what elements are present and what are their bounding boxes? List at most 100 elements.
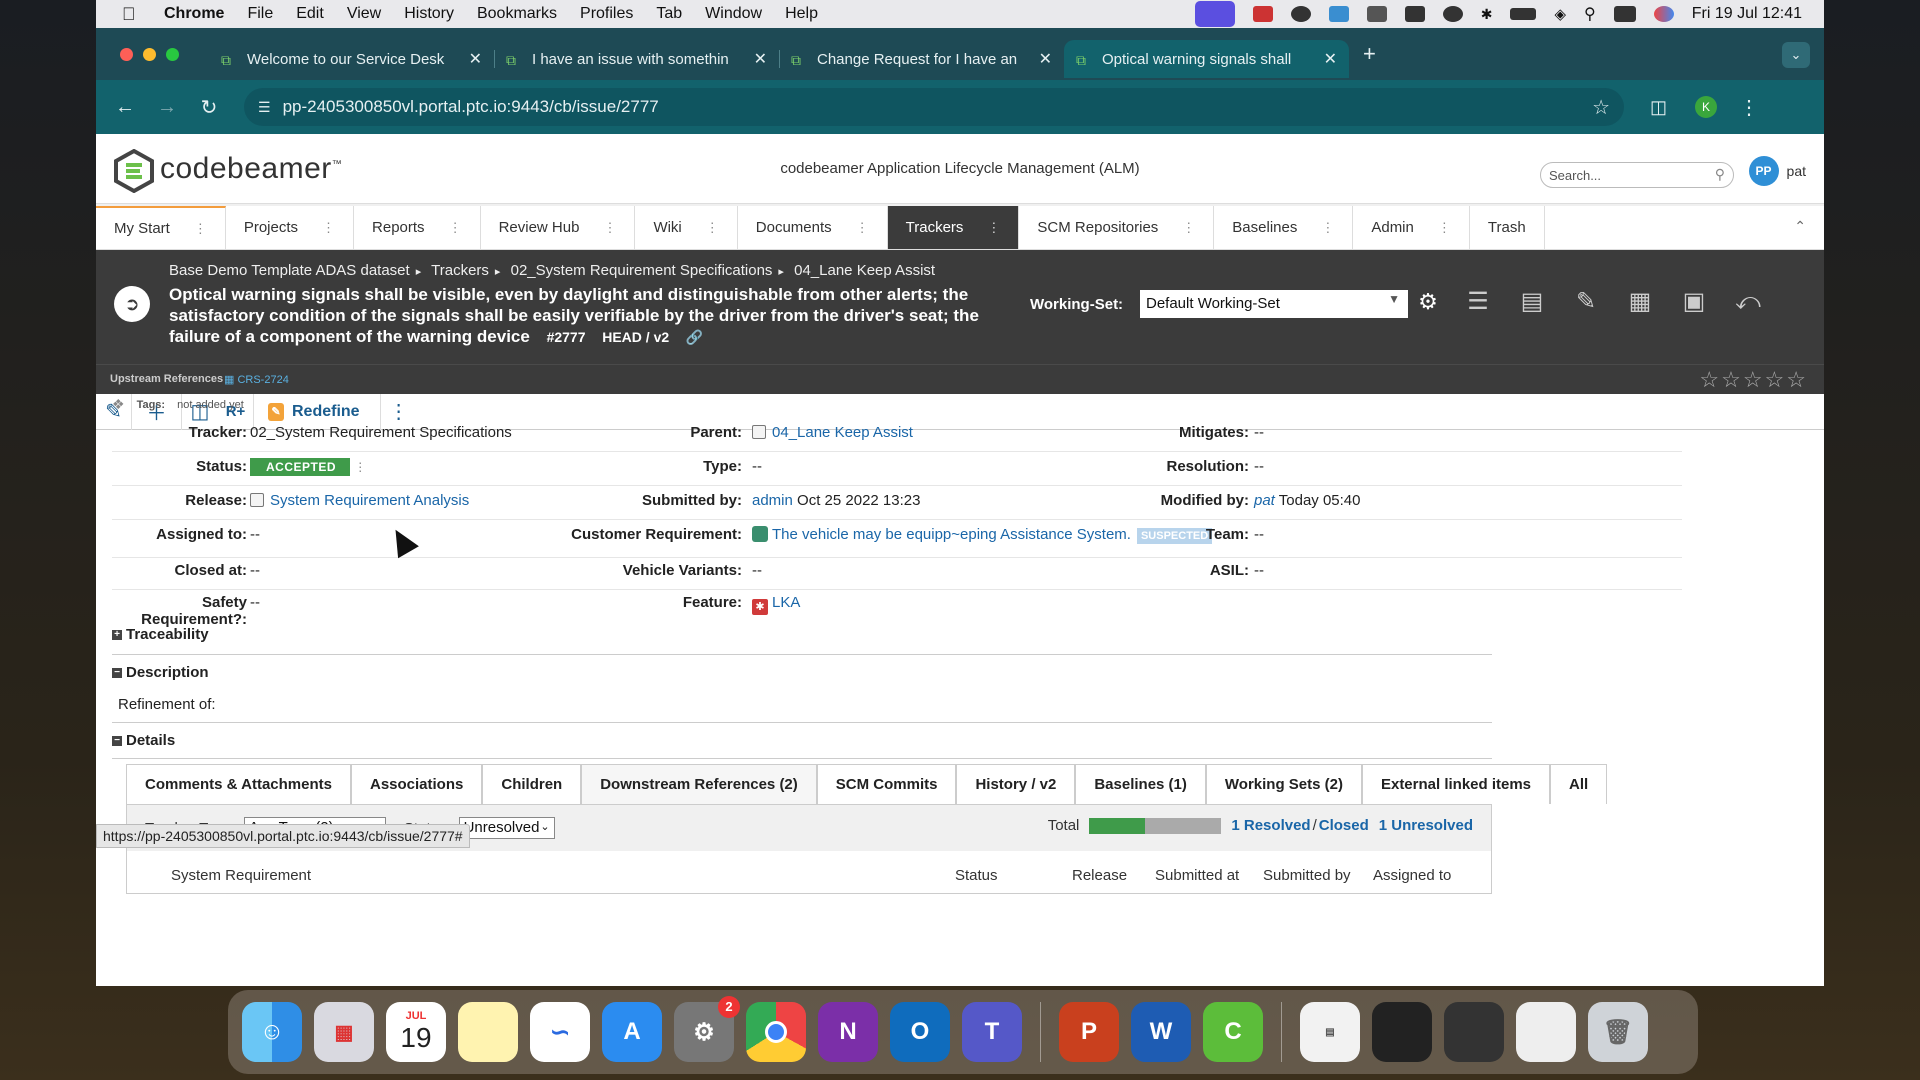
address-bar[interactable]: ☰ pp-2405300850vl.portal.ptc.io:9443/cb/… — [244, 88, 1624, 126]
screen-share-icon[interactable] — [1194, 1, 1235, 27]
search-icon[interactable]: ⚲ — [1715, 166, 1725, 183]
tags-value[interactable]: not added yet — [177, 399, 244, 411]
outlook-icon[interactable]: O — [890, 1002, 950, 1062]
docx-file-icon[interactable]: ▤ — [1300, 1002, 1360, 1062]
app-status-icon[interactable] — [1404, 6, 1425, 22]
menu-file[interactable]: File — [247, 5, 273, 23]
launchpad-icon[interactable]: ▦ — [314, 1002, 374, 1062]
dashboard-view-icon[interactable]: ▣ — [1678, 286, 1710, 318]
issue-version[interactable]: HEAD / v2 — [602, 329, 669, 345]
list-view-icon[interactable]: ☰ — [1462, 286, 1494, 318]
extensions-puzzle-icon[interactable]: ◫ — [1650, 97, 1667, 118]
notes-icon[interactable] — [458, 1002, 518, 1062]
user-menu[interactable]: PP pat — [1748, 156, 1806, 186]
kebab-menu-icon[interactable]: ⋮ — [856, 220, 869, 236]
browser-tab-active[interactable]: ⧉ Optical warning signals shall ✕ — [1064, 40, 1349, 78]
share-icon[interactable]: ⤺ — [1732, 286, 1764, 318]
menu-bookmarks[interactable]: Bookmarks — [477, 5, 557, 23]
chrome-icon[interactable] — [746, 1002, 806, 1062]
tab-children[interactable]: Children — [482, 764, 582, 804]
teams-icon[interactable]: T — [962, 1002, 1022, 1062]
menu-app-name[interactable]: Chrome — [164, 5, 224, 23]
grammarly-icon[interactable] — [1290, 6, 1311, 22]
tab-baselines[interactable]: Baselines (1) — [1075, 764, 1206, 804]
tab-all[interactable]: All — [1550, 764, 1608, 804]
submitted-by-user[interactable]: admin — [752, 492, 793, 509]
recent-window-thumbnail-icon[interactable] — [1516, 1002, 1576, 1062]
record-icon[interactable] — [1252, 6, 1273, 22]
kebab-menu-icon[interactable]: ⋮ — [1321, 220, 1334, 236]
battery-icon[interactable] — [1510, 8, 1537, 20]
bluetooth-icon[interactable]: ✱ — [1481, 6, 1493, 23]
tab-associations[interactable]: Associations — [350, 764, 483, 804]
edit-document-icon[interactable]: ✎ — [1570, 286, 1602, 318]
working-set-settings-gear-icon[interactable]: ⚙ — [1416, 286, 1440, 318]
tab-history[interactable]: History / v2 — [956, 764, 1076, 804]
status-value[interactable]: ACCEPTED ⋮ — [250, 458, 366, 476]
collapse-chevron-up-icon[interactable]: ⌃ — [1794, 218, 1806, 235]
traceability-section-toggle[interactable]: + Traceability — [112, 626, 209, 643]
tab-external-linked-items[interactable]: External linked items — [1361, 764, 1551, 804]
tab-scm-commits[interactable]: SCM Commits — [816, 764, 957, 804]
col-release[interactable]: Release — [1072, 867, 1127, 884]
menu-view[interactable]: View — [347, 5, 381, 23]
trash-icon[interactable]: 🗑 — [1588, 1002, 1648, 1062]
nav-review-hub[interactable]: Review Hub ⋮ — [481, 206, 636, 249]
close-tab-icon[interactable]: ✕ — [1324, 49, 1337, 69]
kebab-menu-icon[interactable]: ⋮ — [322, 220, 335, 236]
apple-menu-icon[interactable]:  — [122, 4, 144, 25]
breadcrumb-tracker[interactable]: 02_System Requirement Specifications — [511, 262, 773, 279]
parent-value[interactable]: 04_Lane Keep Assist — [752, 424, 913, 441]
breadcrumb-parent[interactable]: 04_Lane Keep Assist — [794, 262, 935, 279]
menu-profiles[interactable]: Profiles — [580, 5, 633, 23]
siri-icon[interactable] — [1653, 6, 1674, 22]
col-assigned-to[interactable]: Assigned to — [1373, 867, 1451, 884]
chrome-menu-icon[interactable]: ⋮ — [1739, 95, 1759, 120]
system-settings-icon[interactable]: ⚙ 2 — [674, 996, 740, 1062]
tab-comments-attachments[interactable]: Comments & Attachments — [126, 764, 351, 804]
link-icon[interactable]: 🔗 — [686, 329, 703, 345]
customer-requirement-value[interactable]: The vehicle may be equipp~eping Assistan… — [752, 526, 1213, 544]
details-section-toggle[interactable]: − Details — [112, 732, 175, 749]
profile-avatar[interactable]: K — [1695, 96, 1718, 118]
minimize-window-button[interactable] — [143, 47, 156, 61]
unresolved-link[interactable]: 1 Unresolved — [1379, 817, 1473, 834]
tab-working-sets[interactable]: Working Sets (2) — [1205, 764, 1362, 804]
menu-history[interactable]: History — [404, 5, 454, 23]
back-arrow-icon[interactable]: ← — [104, 96, 146, 119]
codebeamer-logo[interactable]: codebeamer™ — [114, 148, 342, 193]
col-system-requirement[interactable]: System Requirement — [171, 867, 311, 884]
col-status[interactable]: Status — [955, 867, 998, 884]
kebab-menu-icon[interactable]: ⋮ — [1438, 220, 1451, 236]
new-tab-button[interactable]: + — [1363, 41, 1376, 67]
nav-trackers[interactable]: Trackers ⋮ — [887, 206, 1020, 249]
kebab-menu-icon[interactable]: ⋮ — [706, 220, 719, 236]
reload-icon[interactable]: ↻ — [188, 95, 230, 120]
kebab-menu-icon[interactable]: ⋮ — [194, 221, 207, 237]
feature-value[interactable]: ✱ LKA — [752, 594, 800, 615]
kebab-menu-icon[interactable]: ⋮ — [987, 220, 1000, 236]
kebab-menu-icon[interactable]: ⋮ — [449, 220, 462, 236]
menu-tab[interactable]: Tab — [656, 5, 682, 23]
browser-tab[interactable]: ⧉ Change Request for I have an ✕ — [779, 40, 1064, 78]
status-badge[interactable]: ACCEPTED — [250, 458, 351, 476]
recent-window-thumbnail-icon[interactable] — [1444, 1002, 1504, 1062]
close-tab-icon[interactable]: ✕ — [1039, 49, 1052, 69]
browser-tab[interactable]: ⧉ I have an issue with somethin ✕ — [494, 40, 779, 78]
nav-documents[interactable]: Documents ⋮ — [738, 206, 888, 249]
nav-wiki[interactable]: Wiki ⋮ — [635, 206, 738, 249]
forward-arrow-icon[interactable]: → — [146, 96, 188, 119]
document-view-icon[interactable]: ▤ — [1516, 286, 1548, 318]
breadcrumb-trackers[interactable]: Trackers — [431, 262, 489, 279]
nav-reports[interactable]: Reports ⋮ — [354, 206, 481, 249]
closed-link[interactable]: Closed — [1319, 817, 1369, 834]
codebeamer-app-icon[interactable]: C — [1203, 1002, 1263, 1062]
menu-help[interactable]: Help — [785, 5, 818, 23]
spotlight-search-icon[interactable]: ⚲ — [1584, 4, 1596, 24]
nav-trash[interactable]: Trash — [1470, 206, 1545, 249]
browser-tab[interactable]: ⧉ Welcome to our Service Desk ✕ — [209, 40, 494, 78]
description-section-toggle[interactable]: − Description — [112, 664, 209, 681]
finder-icon[interactable]: ☺ — [242, 1002, 302, 1062]
global-search-input[interactable]: Search... ⚲ — [1540, 162, 1734, 188]
working-set-select[interactable]: Default Working-Set ▼ — [1140, 290, 1408, 318]
